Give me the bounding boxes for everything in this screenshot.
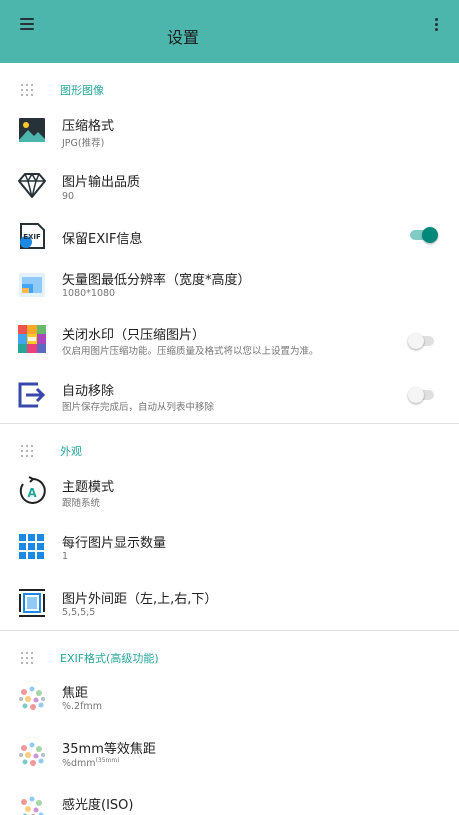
setting-value-sup: (35mm) bbox=[95, 757, 120, 764]
setting-exif-focal-35mm[interactable]: 35mm等效焦距 %dmm(35mm) bbox=[0, 734, 459, 790]
setting-value: 90 bbox=[62, 191, 75, 202]
setting-keep-exif[interactable]: EXIF 保留EXIF信息 bbox=[0, 215, 459, 271]
section-label: 外观 bbox=[60, 445, 82, 458]
setting-value: 跟随系统 bbox=[62, 498, 101, 509]
setting-value: 1080*1080 bbox=[62, 288, 116, 299]
setting-value: JPG(推荐) bbox=[62, 138, 105, 149]
watermark-icon bbox=[17, 324, 47, 354]
setting-title: 35mm等效焦距 bbox=[62, 742, 156, 757]
auto-remove-toggle[interactable] bbox=[408, 386, 438, 404]
setting-title: 感光度(ISO) bbox=[62, 798, 134, 813]
page-title: 设置 bbox=[167, 28, 200, 47]
setting-images-per-row[interactable]: 每行图片显示数量 1 bbox=[0, 528, 459, 584]
molecule-icon bbox=[17, 793, 47, 815]
drag-grip-icon bbox=[21, 445, 35, 457]
setting-title: 图片输出品质 bbox=[62, 175, 141, 190]
setting-title: 图片外间距（左,上,右,下） bbox=[62, 592, 218, 607]
menu-icon[interactable] bbox=[14, 12, 42, 36]
resolution-icon bbox=[17, 270, 47, 300]
setting-value: %.2fmm bbox=[62, 701, 102, 712]
setting-title: 保留EXIF信息 bbox=[62, 232, 143, 247]
setting-title: 矢量图最低分辨率（宽度*高度） bbox=[62, 273, 251, 288]
more-options-icon[interactable] bbox=[426, 12, 446, 36]
diamond-icon bbox=[17, 170, 47, 200]
setting-title: 压缩格式 bbox=[62, 119, 115, 134]
close-watermark-toggle[interactable] bbox=[408, 332, 438, 350]
keep-exif-toggle[interactable] bbox=[408, 226, 438, 244]
margin-icon bbox=[17, 588, 47, 618]
setting-title: 主题模式 bbox=[62, 480, 115, 495]
molecule-icon bbox=[17, 739, 47, 769]
app-bar: 设置 bbox=[0, 0, 459, 63]
setting-value: 1 bbox=[62, 551, 69, 562]
setting-exif-focal-length[interactable]: 焦距 %.2fmm bbox=[0, 678, 459, 734]
section-label: EXIF格式(高级功能) bbox=[60, 652, 159, 665]
setting-theme-mode[interactable]: A 主题模式 跟随系统 bbox=[0, 472, 459, 528]
setting-value: %dmm(35mm) bbox=[62, 757, 120, 769]
setting-description: 图片保存完成后，自动从列表中移除 bbox=[62, 402, 215, 413]
setting-description: 仅启用图片压缩功能。压缩质量及格式将以您以上设置为准。 bbox=[62, 346, 319, 357]
exit-arrow-icon bbox=[17, 380, 47, 410]
setting-compress-format[interactable]: 压缩格式 JPG(推荐) bbox=[0, 103, 459, 159]
setting-output-quality[interactable]: 图片输出品质 90 bbox=[0, 159, 459, 215]
section-header-appearance: 外观 bbox=[0, 424, 459, 476]
setting-exif-iso[interactable]: 感光度(ISO) bbox=[0, 788, 459, 815]
setting-title: 关闭水印（只压缩图片） bbox=[62, 328, 206, 343]
setting-title: 焦距 bbox=[62, 686, 89, 701]
svg-text:A: A bbox=[27, 486, 37, 500]
drag-grip-icon bbox=[21, 84, 35, 96]
exif-icon: EXIF bbox=[17, 221, 47, 251]
setting-value-text: %dmm bbox=[62, 758, 96, 770]
section-header-exif: EXIF格式(高级功能) bbox=[0, 631, 459, 683]
image-icon bbox=[17, 115, 47, 145]
exif-badge-text: EXIF bbox=[23, 233, 41, 241]
setting-vector-min-resolution[interactable]: 矢量图最低分辨率（宽度*高度） 1080*1080 bbox=[0, 265, 459, 321]
setting-close-watermark[interactable]: 关闭水印（只压缩图片） 仅启用图片压缩功能。压缩质量及格式将以您以上设置为准。 bbox=[0, 321, 459, 377]
setting-title: 自动移除 bbox=[62, 384, 115, 399]
section-label: 图形图像 bbox=[60, 84, 104, 97]
drag-grip-icon bbox=[21, 652, 35, 664]
setting-value: 5,5,5,5 bbox=[62, 607, 96, 618]
grid-icon bbox=[17, 532, 47, 562]
theme-auto-icon: A bbox=[17, 476, 47, 506]
setting-title: 每行图片显示数量 bbox=[62, 536, 167, 551]
molecule-icon bbox=[17, 683, 47, 713]
